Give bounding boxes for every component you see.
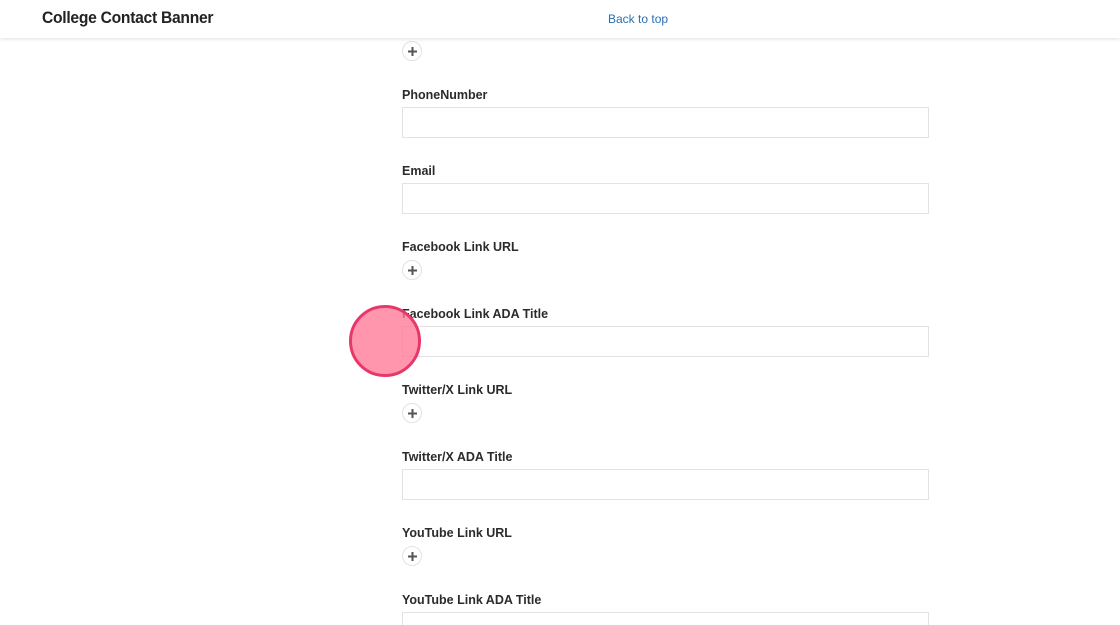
back-to-top-link[interactable]: Back to top: [608, 12, 668, 26]
youtube-ada-title-label: YouTube Link ADA Title: [402, 593, 542, 607]
phone-number-label: PhoneNumber: [402, 88, 488, 102]
top-bar: College Contact Banner Back to top: [0, 0, 1120, 38]
plus-icon: [408, 409, 417, 418]
email-label: Email: [402, 164, 436, 178]
youtube-link-url-label: YouTube Link URL: [402, 526, 512, 540]
add-youtube-link-button[interactable]: [402, 546, 422, 566]
form-body: PhoneNumber Email Facebook Link URL Face…: [0, 0, 1120, 625]
twitter-ada-title-field[interactable]: [402, 469, 929, 500]
facebook-ada-title-field[interactable]: [402, 326, 929, 357]
twitter-link-url-label: Twitter/X Link URL: [402, 383, 513, 397]
plus-icon: [408, 266, 417, 275]
phone-number-field[interactable]: [402, 107, 929, 138]
add-facebook-link-button[interactable]: [402, 260, 422, 280]
page-title: College Contact Banner: [42, 8, 214, 27]
add-link-button[interactable]: [402, 41, 422, 61]
plus-icon: [408, 47, 417, 56]
youtube-ada-title-field[interactable]: [402, 612, 929, 625]
email-field[interactable]: [402, 183, 929, 214]
facebook-link-url-label: Facebook Link URL: [402, 240, 519, 254]
add-twitter-link-button[interactable]: [402, 403, 422, 423]
plus-icon: [408, 552, 417, 561]
facebook-ada-title-label: Facebook Link ADA Title: [402, 307, 549, 321]
twitter-ada-title-label: Twitter/X ADA Title: [402, 450, 513, 464]
